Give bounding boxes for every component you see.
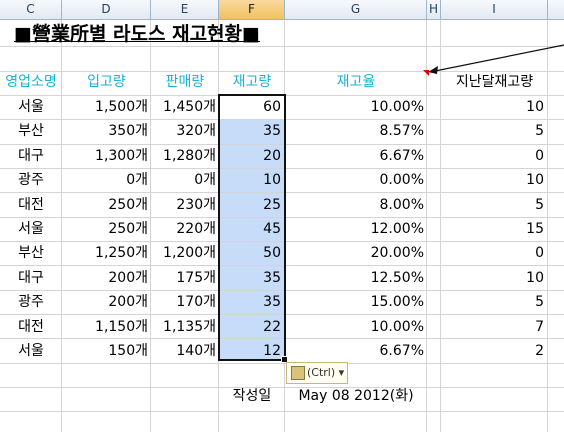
cell-ratio[interactable]: 15.00%: [285, 290, 424, 315]
cell-last-month[interactable]: 0: [441, 241, 544, 266]
footer-date: May 08 2012(화): [298, 388, 414, 404]
cell-office[interactable]: 대전: [0, 193, 62, 218]
cell-incoming[interactable]: 1,250개: [62, 241, 148, 266]
cell-last-month[interactable]: 2: [441, 339, 544, 364]
cell-incoming[interactable]: 250개: [62, 193, 148, 218]
cell-last-month[interactable]: 15: [441, 217, 544, 242]
cell-incoming[interactable]: 200개: [62, 266, 148, 291]
cell-last-month[interactable]: 5: [441, 193, 544, 218]
header-office: 영업소명: [5, 74, 57, 90]
cell-sales[interactable]: 170개: [151, 290, 216, 315]
cell-last-month[interactable]: 10: [441, 95, 544, 120]
cell-office[interactable]: 대구: [0, 266, 62, 291]
cell-sales[interactable]: 1,280개: [151, 144, 216, 169]
cell-last-month[interactable]: 5: [441, 290, 544, 315]
cell-ratio[interactable]: 12.50%: [285, 266, 424, 291]
cell-last-month[interactable]: 10: [441, 168, 544, 193]
cell-ratio[interactable]: 6.67%: [285, 144, 424, 169]
cell-incoming[interactable]: 350개: [62, 119, 148, 144]
cell-sales[interactable]: 230개: [151, 193, 216, 218]
cell-sales[interactable]: 1,200개: [151, 241, 216, 266]
header-last-month: 지난달재고량: [455, 74, 534, 90]
cell-office[interactable]: 부산: [0, 241, 62, 266]
chevron-down-icon: ▾: [335, 366, 345, 379]
cell-sales[interactable]: 1,135개: [151, 315, 216, 340]
cell-ratio[interactable]: 0.00%: [285, 168, 424, 193]
selection-border: [218, 94, 286, 361]
column-header-f[interactable]: F: [219, 0, 285, 19]
footer-label: 작성일: [232, 388, 272, 404]
header-sales: 판매량: [165, 74, 205, 90]
cell-office[interactable]: 서울: [0, 339, 62, 364]
cell-office[interactable]: 광주: [0, 290, 62, 315]
cell-last-month[interactable]: 7: [441, 315, 544, 340]
cell-last-month[interactable]: 10: [441, 266, 544, 291]
cell-sales[interactable]: 175개: [151, 266, 216, 291]
column-header-i[interactable]: I: [441, 0, 548, 19]
cell-sales[interactable]: 1,450개: [151, 95, 216, 120]
header-incoming: 입고량: [87, 74, 126, 90]
header-stock: 재고량: [232, 74, 272, 90]
cell-ratio[interactable]: 6.67%: [285, 339, 424, 364]
cell-office[interactable]: 대구: [0, 144, 62, 169]
cell-incoming[interactable]: 1,150개: [62, 315, 148, 340]
paste-options-label: (Ctrl): [307, 366, 336, 379]
column-header-d[interactable]: D: [62, 0, 151, 19]
sheet-title: ■營業所별 라도스 재고현황■: [14, 23, 260, 45]
cell-ratio[interactable]: 12.00%: [285, 217, 424, 242]
cell-ratio[interactable]: 8.00%: [285, 193, 424, 218]
cell-ratio[interactable]: 10.00%: [285, 95, 424, 120]
cell-incoming[interactable]: 1,300개: [62, 144, 148, 169]
cell-incoming[interactable]: 250개: [62, 217, 148, 242]
cell-last-month[interactable]: 0: [441, 144, 544, 169]
cell-sales[interactable]: 140개: [151, 339, 216, 364]
cell-sales[interactable]: 220개: [151, 217, 216, 242]
column-header-e[interactable]: E: [151, 0, 219, 19]
cell-office[interactable]: 대전: [0, 315, 62, 340]
cell-incoming[interactable]: 1,500개: [62, 95, 148, 120]
column-header-h[interactable]: H: [427, 0, 441, 19]
cell-office[interactable]: 광주: [0, 168, 62, 193]
cell-office[interactable]: 부산: [0, 119, 62, 144]
cell-ratio[interactable]: 8.57%: [285, 119, 424, 144]
column-header-c[interactable]: C: [0, 0, 62, 19]
cell-office[interactable]: 서울: [0, 217, 62, 242]
cell-ratio[interactable]: 20.00%: [285, 241, 424, 266]
cell-incoming[interactable]: 0개: [62, 168, 148, 193]
cell-sales[interactable]: 320개: [151, 119, 216, 144]
cell-incoming[interactable]: 200개: [62, 290, 148, 315]
paste-options-button[interactable]: (Ctrl) ▾: [286, 362, 348, 384]
cell-sales[interactable]: 0개: [151, 168, 216, 193]
clipboard-icon: [291, 366, 305, 380]
header-ratio: 재고율: [336, 74, 376, 90]
column-header-bar: C D E F G H I: [0, 0, 564, 20]
cell-ratio[interactable]: 10.00%: [285, 315, 424, 340]
column-header-g[interactable]: G: [285, 0, 427, 19]
cell-last-month[interactable]: 5: [441, 119, 544, 144]
cell-office[interactable]: 서울: [0, 95, 62, 120]
cell-incoming[interactable]: 150개: [62, 339, 148, 364]
